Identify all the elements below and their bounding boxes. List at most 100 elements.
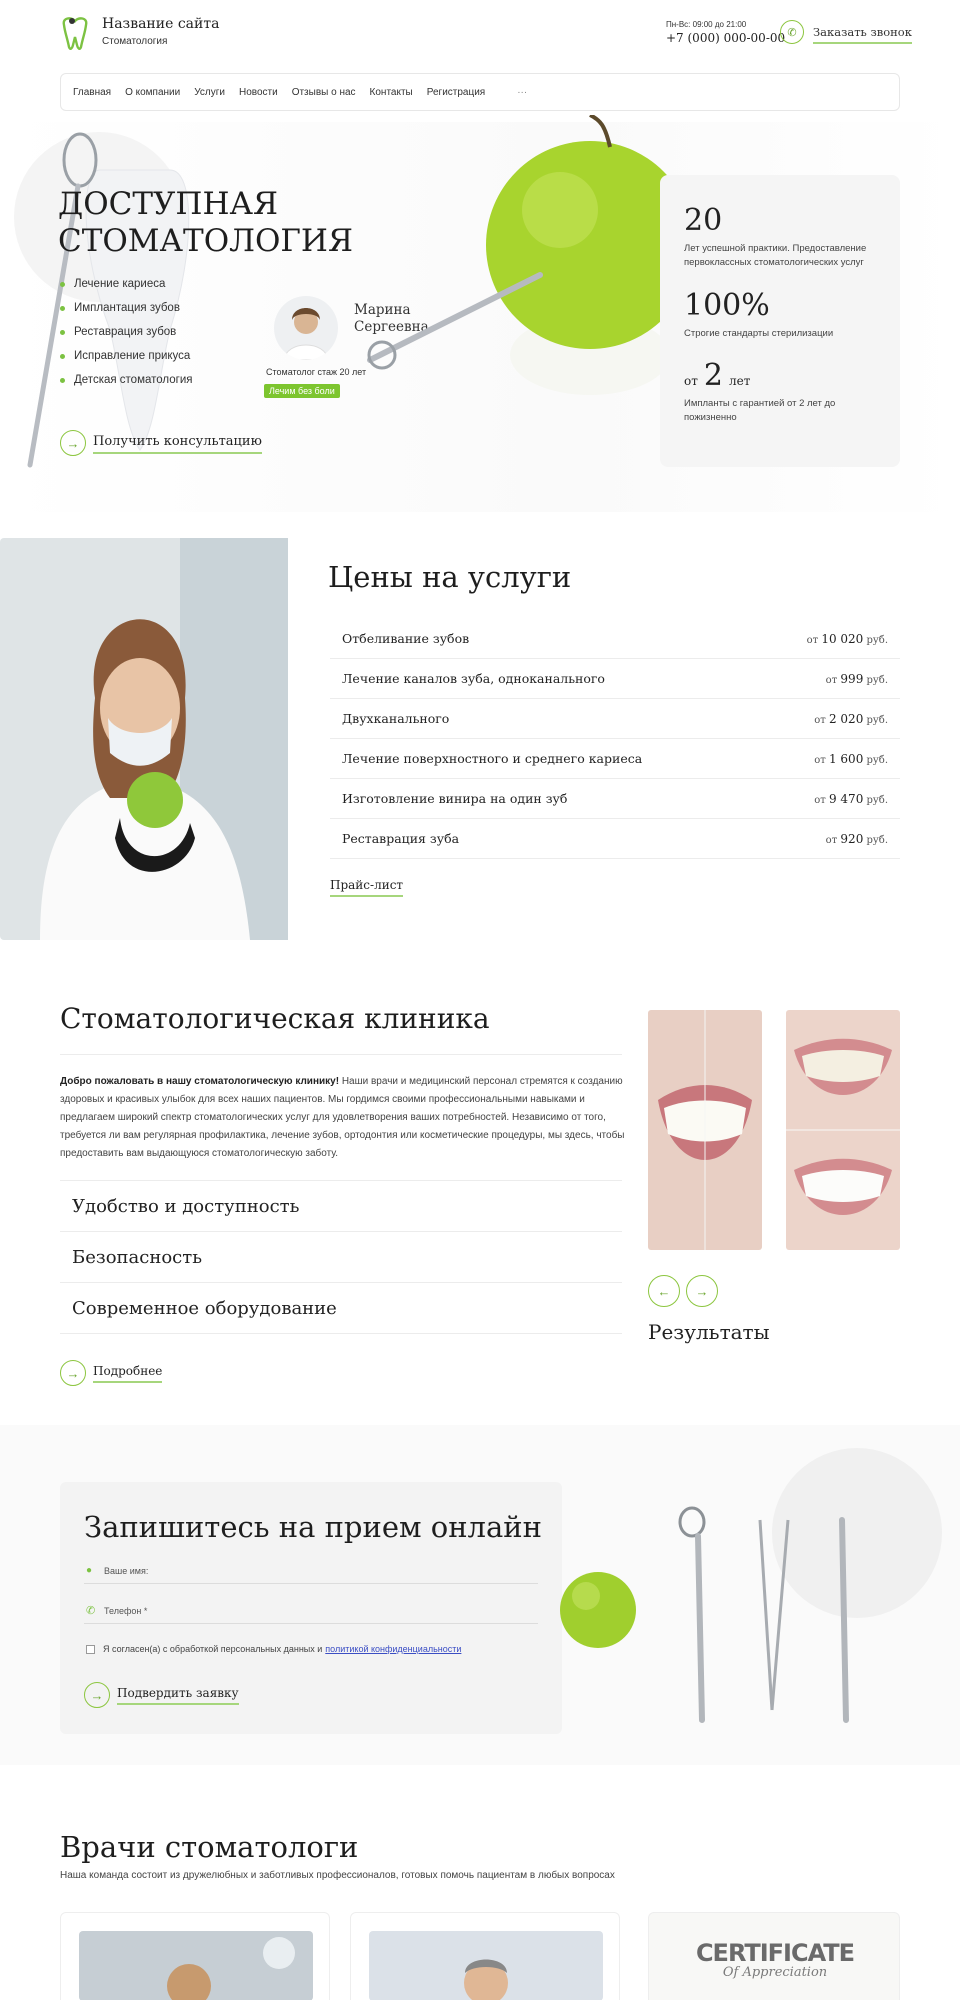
- price-service: Лечение поверхностного и среднего кариес…: [342, 751, 643, 766]
- nav-item-home[interactable]: Главная: [73, 87, 111, 98]
- result-photo-before-after: [786, 1010, 900, 1250]
- list-item: Имплантация зубов: [60, 302, 193, 314]
- stat-text: Лет успешной практики. Предоставление пе…: [684, 243, 867, 268]
- price-value: 9 470: [828, 791, 864, 806]
- price-unit: руб.: [866, 674, 888, 686]
- results-label: Результаты: [648, 1320, 770, 1344]
- hero-services-list: Лечение кариеса Имплантация зубов Рестав…: [60, 278, 193, 398]
- price-value: 999: [840, 671, 864, 686]
- slider-next-button[interactable]: →: [686, 1275, 718, 1307]
- doctor-photo: [79, 1931, 313, 2000]
- list-item[interactable]: Безопасность: [60, 1232, 622, 1283]
- prices-title: Цены на услуги: [328, 560, 572, 594]
- consent-text: Я согласен(а) с обработкой персональных …: [103, 1644, 323, 1654]
- table-row: Двухканального от 2 020 руб.: [330, 699, 900, 739]
- header-phone[interactable]: +7 (000) 000-00-00: [666, 31, 785, 45]
- certificate-card[interactable]: CERTIFICATE Of Appreciation: [648, 1912, 900, 2000]
- price-from: от: [814, 794, 826, 806]
- list-item[interactable]: Удобство и доступность: [60, 1181, 622, 1232]
- submit-button[interactable]: Подвердить заявку: [117, 1686, 239, 1705]
- table-row: Отбеливание зубов от 10 020 руб.: [330, 619, 900, 659]
- table-row: Лечение поверхностного и среднего кариес…: [330, 739, 900, 779]
- callback-button[interactable]: Заказать звонок: [813, 25, 912, 44]
- arrow-right-icon[interactable]: →: [60, 1360, 86, 1386]
- name-placeholder: Ваше имя:: [104, 1565, 149, 1576]
- working-hours: Пн-Вс: 09:00 до 21:00: [666, 20, 747, 29]
- doctor-card[interactable]: [60, 1912, 330, 2000]
- consent-checkbox[interactable]: [86, 1644, 95, 1654]
- hero-title-line2: СТОМАТОЛОГИЯ: [58, 223, 353, 259]
- nav-item-about[interactable]: О компании: [125, 87, 180, 98]
- phone-field[interactable]: ✆ Телефон *: [84, 1598, 538, 1624]
- price-service: Изготовление винира на один зуб: [342, 791, 568, 806]
- more-button[interactable]: Подробнее: [93, 1364, 163, 1383]
- stat-suffix: лет: [728, 374, 751, 389]
- phone-icon[interactable]: ✆: [780, 20, 804, 44]
- price-value: 1 600: [828, 751, 864, 766]
- price-service: Лечение каналов зуба, одноканального: [342, 671, 605, 686]
- site-subtitle: Стоматология: [102, 36, 168, 47]
- price-unit: руб.: [866, 754, 888, 766]
- list-item[interactable]: Современное оборудование: [60, 1283, 622, 1334]
- price-service: Реставрация зуба: [342, 831, 460, 846]
- stat-text: Импланты с гарантией от 2 лет до пожизне…: [684, 398, 836, 424]
- stat-number: 20: [684, 203, 723, 238]
- privacy-policy-link[interactable]: политикой конфиденциальности: [325, 1644, 461, 1654]
- list-item: Исправление прикуса: [60, 350, 193, 362]
- price-table: Отбеливание зубов от 10 020 руб. Лечение …: [330, 619, 900, 859]
- doctor-avatar[interactable]: [274, 296, 338, 360]
- dentist-photo: [0, 538, 288, 940]
- doctor-role: Стоматолог стаж 20 лет: [266, 367, 367, 377]
- price-unit: руб.: [866, 794, 888, 806]
- pricelist-link[interactable]: Прайс-лист: [330, 878, 404, 897]
- clinic-features: Удобство и доступность Безопасность Совр…: [60, 1180, 622, 1334]
- list-item: Лечение кариеса: [60, 278, 193, 290]
- doctor-avatar-image: [283, 308, 329, 360]
- user-icon: ●: [86, 1565, 93, 1576]
- phone-placeholder: Телефон *: [104, 1605, 148, 1616]
- appointment-form: Запишитесь на прием онлайн ● Ваше имя: ✆…: [60, 1482, 562, 1734]
- list-item: Реставрация зубов: [60, 326, 193, 338]
- doctors-subtitle: Наша команда состоит из дружелюбных и за…: [60, 1870, 615, 1881]
- price-from: от: [806, 634, 819, 646]
- nav-item-contacts[interactable]: Контакты: [370, 87, 413, 98]
- consultation-button[interactable]: Получить консультацию: [93, 434, 262, 454]
- nav-item-registration[interactable]: Регистрация: [427, 87, 485, 98]
- form-title: Запишитесь на прием онлайн: [84, 1510, 542, 1544]
- hero-title: ДОСТУПНАЯ СТОМАТОЛОГИЯ: [58, 186, 353, 260]
- price-value: 2 020: [828, 711, 864, 726]
- arrow-right-icon[interactable]: →: [60, 430, 86, 456]
- clinic-intro: Добро пожаловать в нашу стоматологическу…: [60, 1073, 626, 1163]
- slider-prev-button[interactable]: ←: [648, 1275, 680, 1307]
- site-name[interactable]: Название сайта: [102, 16, 219, 32]
- main-navigation: Главная О компании Услуги Новости Отзывы…: [60, 73, 900, 111]
- price-value: 10 020: [821, 631, 864, 646]
- nav-more-button[interactable]: ···: [517, 87, 527, 98]
- table-row: Реставрация зуба от 920 руб.: [330, 819, 900, 859]
- price-service: Двухканального: [342, 711, 450, 726]
- clinic-title: Стоматологическая клиника: [60, 1002, 490, 1035]
- nav-item-reviews[interactable]: Отзывы о нас: [292, 87, 356, 98]
- name-field[interactable]: ● Ваше имя:: [84, 1558, 538, 1584]
- clinic-intro-text: Наши врачи и медицинский персонал стремя…: [60, 1076, 625, 1159]
- price-from: от: [814, 754, 826, 766]
- nav-item-news[interactable]: Новости: [239, 87, 278, 98]
- price-service: Отбеливание зубов: [342, 631, 470, 646]
- price-from: от: [814, 714, 826, 726]
- table-row: Изготовление винира на один зуб от 9 470 …: [330, 779, 900, 819]
- price-from: от: [825, 674, 838, 686]
- stats-card: 20 Лет успешной практики. Предоставление…: [660, 175, 900, 467]
- apple-tools-illustration: [560, 1506, 849, 1723]
- clinic-intro-bold: Добро пожаловать в нашу стоматологическу…: [60, 1076, 340, 1087]
- nav-item-services[interactable]: Услуги: [194, 87, 225, 98]
- arrow-right-icon[interactable]: →: [84, 1682, 110, 1708]
- doctor-card[interactable]: [350, 1912, 620, 2000]
- price-value: 920: [840, 831, 864, 846]
- stat-number: 2: [703, 358, 723, 394]
- apple-illustration: [367, 115, 680, 395]
- table-row: Лечение каналов зуба, одноканального от 9…: [330, 659, 900, 699]
- result-photo-large: [648, 1010, 762, 1250]
- tooth-logo-icon[interactable]: [60, 15, 90, 51]
- price-unit: руб.: [866, 634, 888, 646]
- phone-icon: ✆: [86, 1605, 96, 1617]
